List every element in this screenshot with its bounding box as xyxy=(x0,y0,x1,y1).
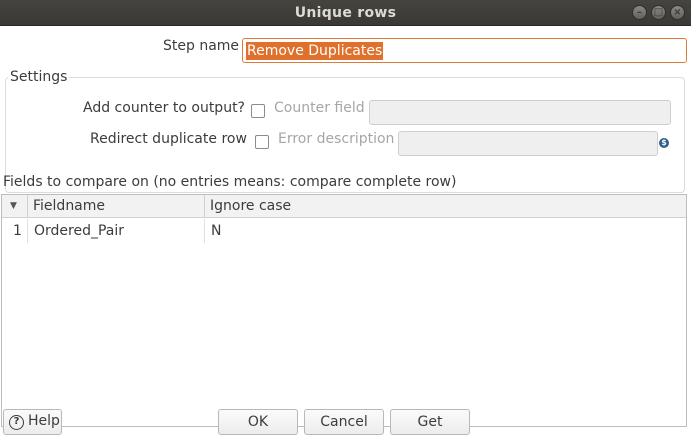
cell-divider xyxy=(27,219,28,243)
sort-arrow-icon[interactable]: ▼ xyxy=(10,201,17,211)
variable-icon[interactable]: $ xyxy=(659,138,669,148)
table-header: ▼ Fieldname Ignore case xyxy=(2,195,686,218)
cell-fieldname[interactable]: Ordered_Pair xyxy=(34,223,124,239)
step-name-value: Remove Duplicates xyxy=(246,42,384,60)
help-label: Help xyxy=(28,413,60,429)
column-header-fieldname[interactable]: Fieldname xyxy=(33,198,105,214)
column-header-ignore-case[interactable]: Ignore case xyxy=(210,198,291,214)
cell-ignore-case[interactable]: N xyxy=(211,223,221,239)
help-button[interactable]: ? Help xyxy=(3,409,62,435)
error-description-label: Error description xyxy=(278,131,395,147)
title-bar: Unique rows – □ × xyxy=(0,0,691,26)
step-name-input[interactable]: Remove Duplicates xyxy=(242,38,687,63)
error-description-input[interactable] xyxy=(398,131,658,156)
maximize-button[interactable]: □ xyxy=(651,5,666,20)
add-counter-checkbox[interactable] xyxy=(251,104,265,118)
row-index: 1 xyxy=(13,223,22,239)
column-divider[interactable] xyxy=(27,195,28,218)
add-counter-label: Add counter to output? xyxy=(83,100,245,116)
help-icon: ? xyxy=(9,415,24,430)
ok-button[interactable]: OK xyxy=(218,409,298,435)
minimize-button[interactable]: – xyxy=(632,5,647,20)
settings-group-title: Settings xyxy=(8,69,70,85)
dialog-content: Step name Remove Duplicates Settings Add… xyxy=(0,26,691,441)
step-name-label: Step name xyxy=(163,38,240,54)
fields-table[interactable]: ▼ Fieldname Ignore case 1 Ordered_Pair N xyxy=(1,194,687,427)
counter-field-label: Counter field xyxy=(274,100,365,116)
counter-field-input[interactable] xyxy=(369,100,671,125)
window-title: Unique rows xyxy=(294,5,397,21)
cell-divider xyxy=(204,219,205,243)
cancel-button[interactable]: Cancel xyxy=(304,409,384,435)
close-button[interactable]: × xyxy=(670,5,685,20)
get-button[interactable]: Get xyxy=(390,409,470,435)
fields-title: Fields to compare on (no entries means: … xyxy=(3,174,457,190)
redirect-duplicate-checkbox[interactable] xyxy=(255,135,269,149)
redirect-duplicate-label: Redirect duplicate row xyxy=(90,131,247,147)
column-divider[interactable] xyxy=(204,195,205,218)
table-row[interactable]: 1 Ordered_Pair N xyxy=(2,219,686,243)
